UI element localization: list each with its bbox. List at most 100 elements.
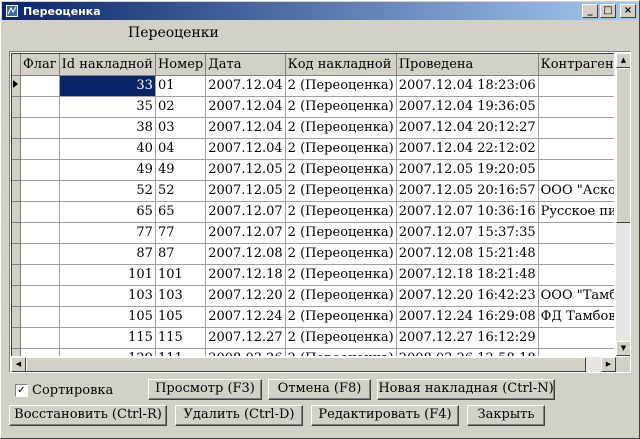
- cell-posted[interactable]: 2008.03.26 12:58:18: [396, 348, 539, 356]
- row-indicator[interactable]: [12, 180, 21, 202]
- vertical-scrollbar[interactable]: ▲ ▼: [616, 53, 630, 356]
- cell-code[interactable]: 2 (Переоценка): [285, 285, 397, 307]
- cell-agent[interactable]: ООО "Тамбов: [538, 285, 614, 307]
- cell-number[interactable]: 115: [155, 327, 207, 349]
- table-row[interactable]: 77 77 2007.12.07 2 (Переоценка) 2007.12.07 1…: [12, 222, 614, 244]
- cell-id[interactable]: 40: [59, 138, 156, 160]
- cell-posted[interactable]: 2007.12.04 18:23:06: [396, 75, 539, 97]
- cell-agent[interactable]: [538, 159, 614, 181]
- column-header-code[interactable]: Код накладной: [285, 54, 397, 76]
- cell-agent[interactable]: ФД Тамбов: [538, 306, 614, 328]
- new-invoice-button[interactable]: Новая накладная (Ctrl-N): [377, 379, 555, 400]
- cell-id[interactable]: 101: [59, 264, 156, 286]
- cell-posted[interactable]: 2007.12.04 22:12:02: [396, 138, 539, 160]
- row-indicator[interactable]: [12, 138, 21, 160]
- table-row[interactable]: 65 65 2007.12.07 2 (Переоценка) 2007.12.07 1…: [12, 201, 614, 223]
- cell-code[interactable]: 2 (Переоценка): [285, 348, 397, 356]
- row-indicator[interactable]: [12, 96, 21, 118]
- cell-posted[interactable]: 2007.12.05 19:20:05: [396, 159, 539, 181]
- cell-code[interactable]: 2 (Переоценка): [285, 201, 397, 223]
- cell-number[interactable]: 103: [155, 285, 207, 307]
- cell-number[interactable]: 52: [155, 180, 207, 202]
- cell-agent[interactable]: [538, 327, 614, 349]
- cell-number[interactable]: 02: [155, 96, 207, 118]
- cell-code[interactable]: 2 (Переоценка): [285, 75, 397, 97]
- cell-date[interactable]: 2007.12.08: [205, 243, 286, 265]
- cell-number[interactable]: 03: [155, 117, 207, 139]
- cell-date[interactable]: 2007.12.20: [205, 285, 286, 307]
- row-indicator[interactable]: [12, 264, 21, 286]
- current-row-indicator-icon[interactable]: [12, 75, 21, 97]
- cell-id[interactable]: 77: [59, 222, 156, 244]
- minimize-icon[interactable]: _: [582, 4, 598, 18]
- cell-posted[interactable]: 2007.12.07 10:36:16: [396, 201, 539, 223]
- cell-id[interactable]: 35: [59, 96, 156, 118]
- checkmark-icon[interactable]: ✓: [15, 384, 28, 397]
- cell-code[interactable]: 2 (Переоценка): [285, 180, 397, 202]
- cell-code[interactable]: 2 (Переоценка): [285, 138, 397, 160]
- cell-id[interactable]: 87: [59, 243, 156, 265]
- cell-posted[interactable]: 2007.12.04 19:36:05: [396, 96, 539, 118]
- cell-date[interactable]: 2007.12.05: [205, 180, 286, 202]
- horizontal-scrollbar[interactable]: ◀ ▶: [11, 357, 616, 372]
- column-header-date[interactable]: Дата: [205, 54, 286, 76]
- cell-posted[interactable]: 2007.12.04 20:12:27: [396, 117, 539, 139]
- title-bar[interactable]: Переоценка _ □ ×: [2, 2, 638, 20]
- cell-posted[interactable]: 2007.12.18 18:21:48: [396, 264, 539, 286]
- cell-flag[interactable]: [20, 243, 60, 265]
- cell-id[interactable]: 65: [59, 201, 156, 223]
- table-row[interactable]: 40 04 2007.12.04 2 (Переоценка) 2007.12.04 2…: [12, 138, 614, 160]
- cell-date[interactable]: 2007.12.04: [205, 117, 286, 139]
- column-header-posted[interactable]: Проведена: [396, 54, 539, 76]
- restore-button[interactable]: Восстановить (Ctrl-R): [9, 405, 167, 426]
- cell-id[interactable]: 52: [59, 180, 156, 202]
- table-row[interactable]: 35 02 2007.12.04 2 (Переоценка) 2007.12.04 1…: [12, 96, 614, 118]
- cell-flag[interactable]: [20, 180, 60, 202]
- view-button[interactable]: Просмотр (F3): [148, 379, 262, 400]
- cell-number[interactable]: 01: [155, 75, 207, 97]
- column-header-number[interactable]: Номер: [155, 54, 207, 76]
- table-row[interactable]: 49 49 2007.12.05 2 (Переоценка) 2007.12.05 1…: [12, 159, 614, 181]
- maximize-icon[interactable]: □: [600, 4, 616, 18]
- revaluation-grid[interactable]: Флаг Id накладной Номер Дата Код накладн…: [9, 51, 631, 373]
- scroll-right-icon[interactable]: ▶: [601, 357, 616, 372]
- table-row[interactable]: 87 87 2007.12.08 2 (Переоценка) 2007.12.08 1…: [12, 243, 614, 265]
- cell-id[interactable]: 129: [59, 348, 156, 356]
- cell-agent[interactable]: [538, 264, 614, 286]
- cell-date[interactable]: 2007.12.27: [205, 327, 286, 349]
- table-row[interactable]: 33 01 2007.12.04 2 (Переоценка) 2007.12.04 1…: [12, 75, 614, 97]
- cell-date[interactable]: 2007.12.04: [205, 138, 286, 160]
- cell-id[interactable]: 33: [59, 75, 156, 97]
- cell-posted[interactable]: 2007.12.08 15:21:48: [396, 243, 539, 265]
- close-button[interactable]: Закрыть: [467, 405, 545, 426]
- cell-code[interactable]: 2 (Переоценка): [285, 159, 397, 181]
- cell-posted[interactable]: 2007.12.24 16:29:08: [396, 306, 539, 328]
- cell-agent[interactable]: Русское пиво: [538, 201, 614, 223]
- cell-date[interactable]: 2007.12.24: [205, 306, 286, 328]
- cell-flag[interactable]: [20, 348, 60, 356]
- cell-code[interactable]: 2 (Переоценка): [285, 264, 397, 286]
- cell-posted[interactable]: 2007.12.27 16:12:29: [396, 327, 539, 349]
- cell-flag[interactable]: [20, 75, 60, 97]
- table-row[interactable]: 38 03 2007.12.04 2 (Переоценка) 2007.12.04 2…: [12, 117, 614, 139]
- cell-flag[interactable]: [20, 96, 60, 118]
- cell-date[interactable]: 2007.12.04: [205, 75, 286, 97]
- row-indicator[interactable]: [12, 327, 21, 349]
- scroll-up-icon[interactable]: ▲: [616, 53, 630, 68]
- cell-code[interactable]: 2 (Переоценка): [285, 96, 397, 118]
- edit-button[interactable]: Редактировать (F4): [311, 405, 459, 426]
- cell-number[interactable]: 49: [155, 159, 207, 181]
- table-row[interactable]: 115 115 2007.12.27 2 (Переоценка) 2007.12.27…: [12, 327, 614, 349]
- vertical-scroll-thumb[interactable]: [616, 68, 630, 223]
- cell-agent[interactable]: ООО "Аскон": [538, 180, 614, 202]
- cell-id[interactable]: 103: [59, 285, 156, 307]
- cell-number[interactable]: 101: [155, 264, 207, 286]
- cell-agent[interactable]: [538, 222, 614, 244]
- row-indicator[interactable]: [12, 222, 21, 244]
- scroll-down-icon[interactable]: ▼: [616, 341, 630, 356]
- cell-date[interactable]: 2008.03.26: [205, 348, 286, 356]
- table-row[interactable]: 103 103 2007.12.20 2 (Переоценка) 2007.12.20…: [12, 285, 614, 307]
- cell-id[interactable]: 115: [59, 327, 156, 349]
- column-header-agent[interactable]: Контрагент: [538, 54, 614, 76]
- cell-date[interactable]: 2007.12.07: [205, 222, 286, 244]
